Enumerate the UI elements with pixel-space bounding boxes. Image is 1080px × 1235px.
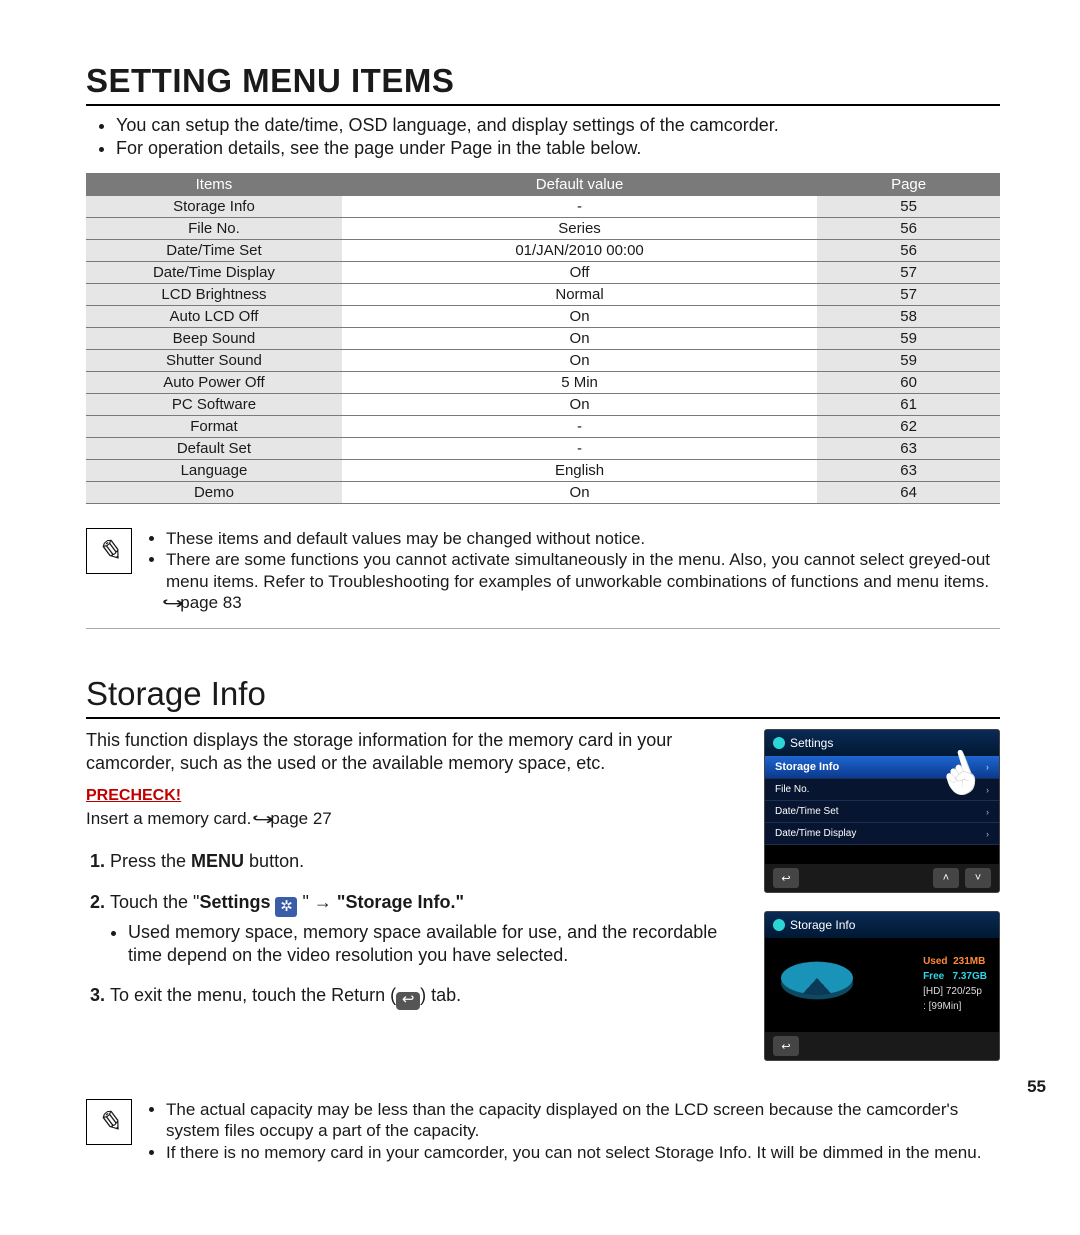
pie-chart-icon bbox=[781, 962, 853, 995]
heading-storage-info: Storage Info bbox=[86, 675, 1000, 719]
arrow-icon: ↪ bbox=[252, 809, 275, 830]
table-row: Auto Power Off5 Min60 bbox=[86, 372, 1000, 394]
col-items: Items bbox=[86, 173, 342, 196]
note-item: If there is no memory card in your camco… bbox=[166, 1142, 1000, 1163]
intro-list: You can setup the date/time, OSD languag… bbox=[116, 114, 1000, 159]
menu-row: Date/Time Set› bbox=[765, 801, 999, 823]
note-block-1: ✎ These items and default values may be … bbox=[86, 528, 1000, 629]
return-button-icon: ↩ bbox=[773, 1036, 799, 1056]
step-1: Press the MENU button. bbox=[110, 850, 736, 873]
table-row: LCD BrightnessNormal57 bbox=[86, 284, 1000, 306]
table-row: Date/Time Set01/JAN/2010 00:0056 bbox=[86, 240, 1000, 262]
col-default: Default value bbox=[342, 173, 817, 196]
return-button-icon: ↩ bbox=[773, 868, 799, 888]
down-arrow-icon: ˅ bbox=[965, 868, 991, 888]
col-page: Page bbox=[817, 173, 1000, 196]
precheck-label: PRECHECK! bbox=[86, 786, 736, 806]
note-item: There are some functions you cannot acti… bbox=[166, 549, 1000, 614]
arrow-icon: ↪ bbox=[162, 593, 185, 614]
table-row: Default Set-63 bbox=[86, 438, 1000, 460]
table-row: LanguageEnglish63 bbox=[86, 460, 1000, 482]
table-row: Shutter SoundOn59 bbox=[86, 350, 1000, 372]
menu-row: Date/Time Display› bbox=[765, 823, 999, 845]
note-icon: ✎ bbox=[86, 1099, 132, 1145]
note-icon: ✎ bbox=[86, 528, 132, 574]
storage-info-screenshot: Storage Info Used 231MB Free 7.37GB [HD]… bbox=[764, 911, 1000, 1061]
settings-table: Items Default value Page Storage Info-55… bbox=[86, 173, 1000, 504]
note-item: These items and default values may be ch… bbox=[166, 528, 1000, 549]
table-row: Format-62 bbox=[86, 416, 1000, 438]
gear-icon bbox=[773, 737, 785, 749]
table-row: Auto LCD OffOn58 bbox=[86, 306, 1000, 328]
gear-icon bbox=[773, 919, 785, 931]
table-row: PC SoftwareOn61 bbox=[86, 394, 1000, 416]
step-2-note: Used memory space, memory space availabl… bbox=[128, 921, 736, 966]
step-3: To exit the menu, touch the Return (↩) t… bbox=[110, 984, 736, 1009]
table-row: Beep SoundOn59 bbox=[86, 328, 1000, 350]
page-number: 55 bbox=[1027, 1077, 1046, 1097]
intro-item: For operation details, see the page unde… bbox=[116, 137, 1000, 160]
table-row: Date/Time DisplayOff57 bbox=[86, 262, 1000, 284]
note-item: The actual capacity may be less than the… bbox=[166, 1099, 1000, 1142]
return-icon: ↩ bbox=[396, 992, 420, 1010]
heading-setting-menu: SETTING MENU ITEMS bbox=[86, 62, 1000, 106]
table-row: Storage Info-55 bbox=[86, 196, 1000, 218]
settings-menu-screenshot: Settings Storage Info› File No.› Date/Ti… bbox=[764, 729, 1000, 893]
storage-desc: This function displays the storage infor… bbox=[86, 729, 736, 774]
intro-item: You can setup the date/time, OSD languag… bbox=[116, 114, 1000, 137]
note-block-2: ✎ The actual capacity may be less than t… bbox=[86, 1099, 1000, 1177]
table-row: File No.Series56 bbox=[86, 218, 1000, 240]
precheck-text: Insert a memory card. ↪page 27 bbox=[86, 808, 736, 830]
table-row: DemoOn64 bbox=[86, 482, 1000, 504]
up-arrow-icon: ˄ bbox=[933, 868, 959, 888]
steps-list: Press the MENU button. Touch the "Settin… bbox=[86, 850, 736, 1009]
step-2: Touch the "Settings ✲ " → "Storage Info.… bbox=[110, 891, 736, 966]
settings-gear-icon: ✲ bbox=[275, 897, 297, 917]
